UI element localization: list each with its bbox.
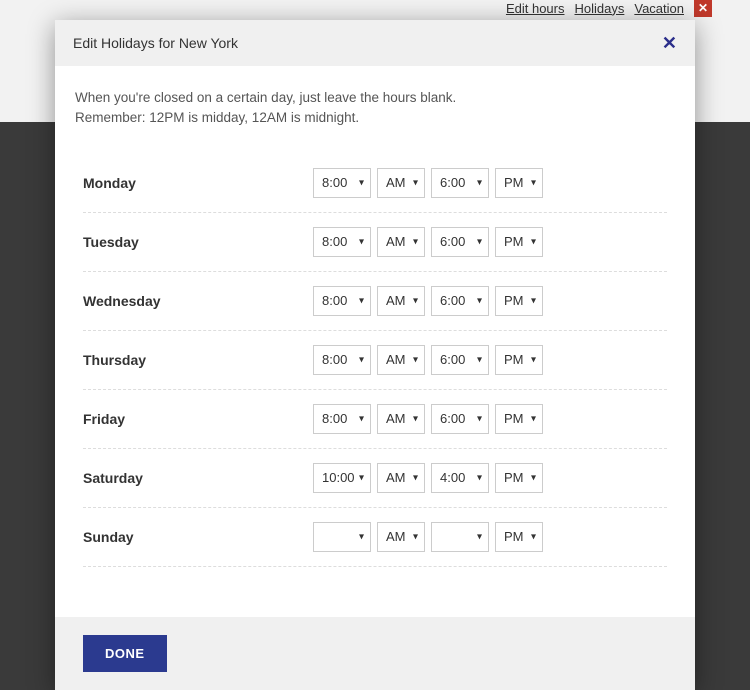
open-time-select[interactable]: 8:00 <box>313 227 371 257</box>
link-edit-hours[interactable]: Edit hours <box>506 1 565 16</box>
day-label: Saturday <box>83 470 313 486</box>
modal-footer: DONE <box>55 617 695 690</box>
close-ampm-select[interactable]: PM <box>495 168 543 198</box>
close-time-select[interactable]: 6:00 <box>431 286 489 316</box>
day-row: Thursday8:00AM6:00PM <box>83 331 667 390</box>
open-time-select[interactable]: 8:00 <box>313 168 371 198</box>
intro-text: When you're closed on a certain day, jus… <box>75 88 675 129</box>
modal-body: When you're closed on a certain day, jus… <box>55 66 695 617</box>
open-ampm-select[interactable]: AM <box>377 286 425 316</box>
day-row: Wednesday8:00AM6:00PM <box>83 272 667 331</box>
open-time-select[interactable]: 10:00 <box>313 463 371 493</box>
open-time-select[interactable]: 8:00 <box>313 404 371 434</box>
done-button[interactable]: DONE <box>83 635 167 672</box>
close-time-select[interactable]: 6:00 <box>431 168 489 198</box>
open-time-select[interactable]: 8:00 <box>313 286 371 316</box>
intro-line-2: Remember: 12PM is midday, 12AM is midnig… <box>75 110 359 125</box>
day-row: Saturday10:00AM4:00PM <box>83 449 667 508</box>
modal-header: Edit Holidays for New York ✕ <box>55 20 695 66</box>
close-icon[interactable]: ✕ <box>694 0 712 17</box>
day-label: Friday <box>83 411 313 427</box>
close-ampm-select[interactable]: PM <box>495 522 543 552</box>
background-links: Edit hours Holidays Vacation ✕ <box>506 0 712 16</box>
day-row: Sunday AM PM <box>83 508 667 567</box>
day-label: Thursday <box>83 352 313 368</box>
open-ampm-select[interactable]: AM <box>377 404 425 434</box>
open-ampm-select[interactable]: AM <box>377 345 425 375</box>
close-time-select[interactable]: 6:00 <box>431 404 489 434</box>
close-ampm-select[interactable]: PM <box>495 227 543 257</box>
time-selects: 10:00AM4:00PM <box>313 463 543 493</box>
intro-line-1: When you're closed on a certain day, jus… <box>75 90 456 105</box>
time-selects: 8:00AM6:00PM <box>313 227 543 257</box>
close-ampm-select[interactable]: PM <box>495 286 543 316</box>
day-label: Tuesday <box>83 234 313 250</box>
time-selects: 8:00AM6:00PM <box>313 286 543 316</box>
close-time-select[interactable] <box>431 522 489 552</box>
close-time-select[interactable]: 6:00 <box>431 227 489 257</box>
time-selects: AM PM <box>313 522 543 552</box>
close-ampm-select[interactable]: PM <box>495 463 543 493</box>
day-row: Monday8:00AM6:00PM <box>83 154 667 213</box>
open-ampm-select[interactable]: AM <box>377 463 425 493</box>
open-time-select[interactable]: 8:00 <box>313 345 371 375</box>
day-label: Wednesday <box>83 293 313 309</box>
modal-title: Edit Holidays for New York <box>73 35 238 51</box>
close-ampm-select[interactable]: PM <box>495 345 543 375</box>
link-holidays[interactable]: Holidays <box>575 1 625 16</box>
day-label: Monday <box>83 175 313 191</box>
open-time-select[interactable] <box>313 522 371 552</box>
open-ampm-select[interactable]: AM <box>377 227 425 257</box>
close-ampm-select[interactable]: PM <box>495 404 543 434</box>
close-time-select[interactable]: 6:00 <box>431 345 489 375</box>
close-time-select[interactable]: 4:00 <box>431 463 489 493</box>
day-row: Tuesday8:00AM6:00PM <box>83 213 667 272</box>
close-icon[interactable]: ✕ <box>662 34 677 52</box>
time-selects: 8:00AM6:00PM <box>313 345 543 375</box>
link-vacation[interactable]: Vacation <box>634 1 684 16</box>
day-label: Sunday <box>83 529 313 545</box>
time-selects: 8:00AM6:00PM <box>313 168 543 198</box>
open-ampm-select[interactable]: AM <box>377 168 425 198</box>
time-selects: 8:00AM6:00PM <box>313 404 543 434</box>
open-ampm-select[interactable]: AM <box>377 522 425 552</box>
hours-list: Monday8:00AM6:00PMTuesday8:00AM6:00PMWed… <box>75 154 675 567</box>
day-row: Friday8:00AM6:00PM <box>83 390 667 449</box>
edit-holidays-modal: Edit Holidays for New York ✕ When you're… <box>55 20 695 690</box>
